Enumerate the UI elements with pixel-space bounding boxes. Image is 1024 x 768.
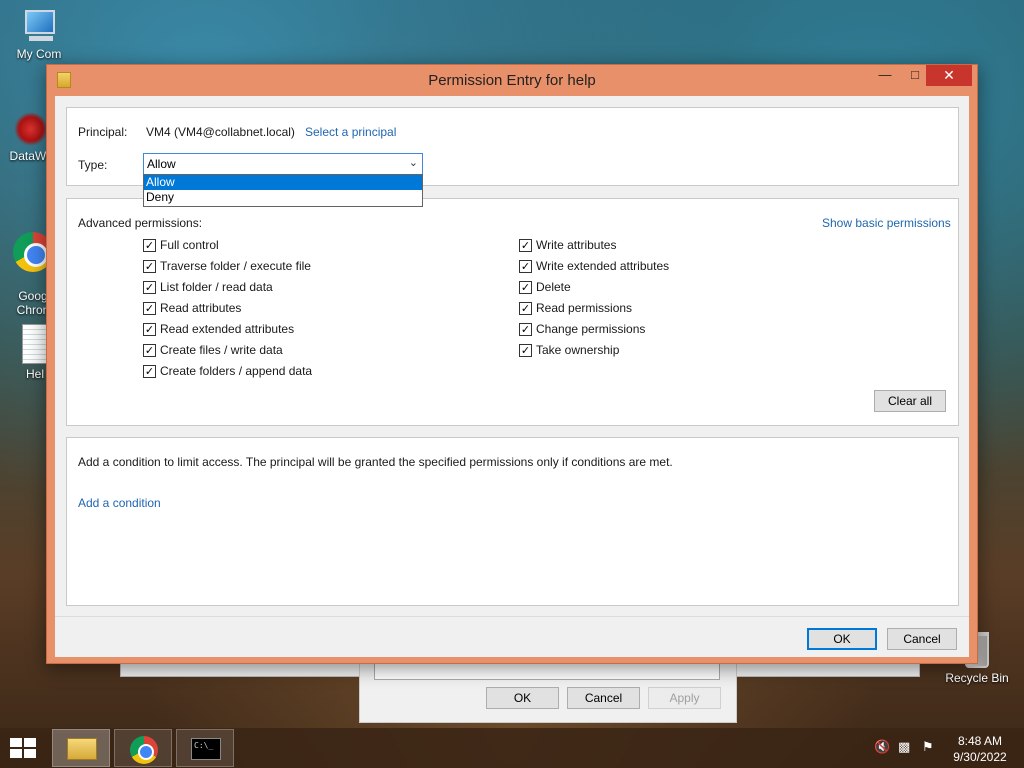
permission-entry-dialog: Permission Entry for help — □ ✕ Principa… — [46, 64, 978, 664]
show-basic-permissions-link[interactable]: Show basic permissions — [822, 216, 951, 230]
type-dropdown-list: Allow Deny — [143, 174, 423, 207]
desktop-icon-label: Recycle Bin — [945, 671, 1009, 685]
checkbox[interactable]: ✓ — [143, 365, 156, 378]
type-label: Type: — [78, 158, 108, 172]
condition-description: Add a condition to limit access. The pri… — [78, 455, 673, 469]
desktop-icon-label: My Com — [16, 47, 62, 61]
minimize-icon: — — [878, 67, 892, 82]
principal-group: Principal: VM4 (VM4@collabnet.local) Sel… — [66, 107, 959, 207]
principal-value: VM4 (VM4@collabnet.local) — [146, 125, 295, 139]
dialog-client-area: Principal: VM4 (VM4@collabnet.local) Sel… — [55, 96, 969, 657]
advanced-permissions-label: Advanced permissions: — [78, 216, 203, 230]
taskbar-command-prompt[interactable]: C:\_ — [176, 729, 234, 767]
checkbox[interactable]: ✓ — [519, 302, 532, 315]
checkbox[interactable]: ✓ — [519, 323, 532, 336]
background-ok-button[interactable]: OK — [486, 687, 559, 709]
desktop-icon-my-computer[interactable]: My Com — [2, 10, 76, 61]
computer-icon — [19, 10, 59, 44]
maximize-icon: □ — [911, 67, 919, 82]
clock-time: 8:48 AM — [957, 734, 1003, 748]
checkbox[interactable]: ✓ — [143, 344, 156, 357]
start-button[interactable] — [10, 738, 38, 760]
desktop-icon-label: Hel — [25, 367, 44, 381]
type-option-allow[interactable]: Allow — [144, 175, 422, 190]
volume-muted-icon[interactable]: 🔇 — [874, 740, 890, 755]
background-dialog: OK Cancel Apply — [359, 655, 737, 723]
chevron-down-icon: ⌄ — [408, 157, 418, 169]
condition-group: Add a condition to limit access. The pri… — [66, 437, 959, 606]
checkbox[interactable]: ✓ — [143, 281, 156, 294]
taskbar: C:\_ 🔇 ▩ ⚑ 8:48 AM 9/30/2022 — [0, 728, 1024, 768]
windows-logo-icon — [10, 738, 22, 747]
type-dropdown[interactable]: Allow ⌄ — [143, 153, 423, 175]
checkbox[interactable]: ✓ — [519, 260, 532, 273]
network-icon[interactable]: ▩ — [898, 740, 910, 755]
checkbox[interactable]: ✓ — [143, 302, 156, 315]
checkbox[interactable]: ✓ — [519, 344, 532, 357]
background-apply-button: Apply — [648, 687, 721, 709]
type-selected-value: Allow — [147, 157, 176, 171]
background-cancel-button[interactable]: Cancel — [567, 687, 640, 709]
ok-button[interactable]: OK — [807, 628, 877, 650]
dialog-button-bar: OK Cancel — [55, 616, 969, 657]
notepad-icon — [22, 324, 48, 364]
select-principal-link[interactable]: Select a principal — [305, 125, 396, 139]
chrome-icon — [130, 736, 158, 764]
dialog-title: Permission Entry for help — [428, 72, 596, 89]
checkbox[interactable]: ✓ — [519, 281, 532, 294]
advanced-permissions-group: Advanced permissions: Show basic permiss… — [66, 198, 959, 426]
clock-date: 9/30/2022 — [953, 750, 1007, 764]
datawave-icon — [14, 112, 48, 146]
close-button[interactable]: ✕ — [926, 65, 972, 86]
command-prompt-icon: C:\_ — [191, 738, 221, 760]
clear-all-button[interactable]: Clear all — [874, 390, 946, 412]
taskbar-file-explorer[interactable] — [52, 729, 110, 767]
taskbar-chrome[interactable] — [114, 729, 172, 767]
taskbar-clock[interactable]: 8:48 AM 9/30/2022 — [946, 733, 1014, 765]
checkbox[interactable]: ✓ — [143, 239, 156, 252]
checkbox[interactable]: ✓ — [143, 260, 156, 273]
minimize-button[interactable]: — — [870, 65, 900, 86]
action-center-icon[interactable]: ⚑ — [922, 740, 934, 755]
cancel-button[interactable]: Cancel — [887, 628, 957, 650]
checkbox[interactable]: ✓ — [519, 239, 532, 252]
folder-icon — [67, 738, 97, 760]
add-condition-link[interactable]: Add a condition — [78, 496, 161, 510]
checkbox[interactable]: ✓ — [143, 323, 156, 336]
principal-label: Principal: — [78, 125, 128, 139]
title-bar[interactable]: Permission Entry for help — □ ✕ — [47, 65, 977, 95]
close-icon: ✕ — [943, 67, 955, 83]
desktop-icon-label: Goog Chron — [16, 289, 50, 317]
type-option-deny[interactable]: Deny — [144, 190, 422, 205]
